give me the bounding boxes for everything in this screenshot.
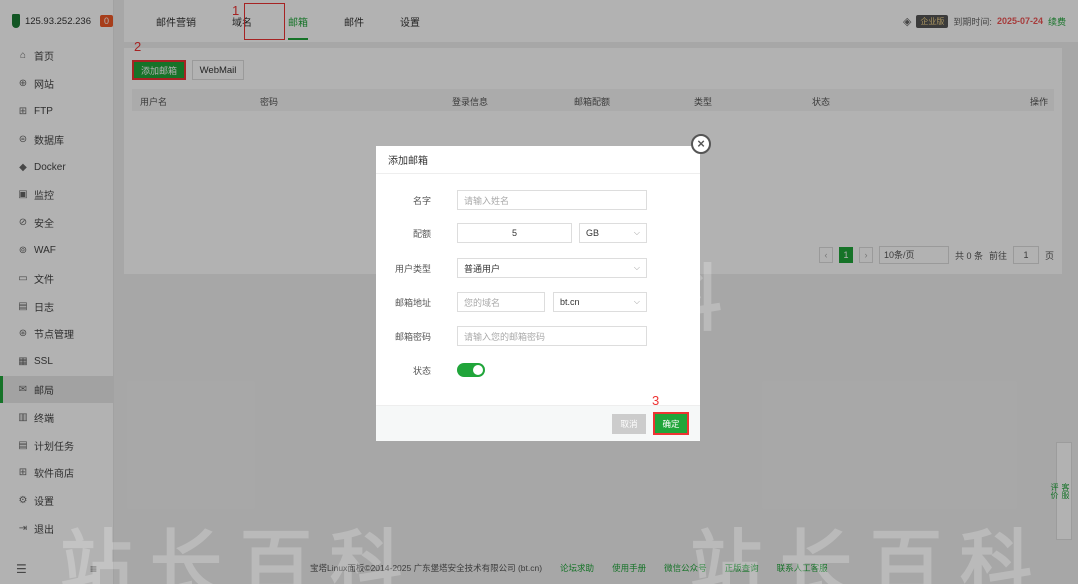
address-row: 邮箱地址 您的域名 bt.cn ⌵: [376, 292, 700, 312]
user-type-row: 用户类型 普通用户 ⌵: [376, 258, 700, 278]
address-label: 邮箱地址: [394, 297, 431, 308]
status-label: 状态: [412, 365, 431, 376]
status-toggle[interactable]: [457, 363, 485, 377]
password-input[interactable]: 请输入您的邮箱密码: [457, 326, 647, 346]
chevron-down-icon: ⌵: [633, 228, 640, 237]
password-row: 邮箱密码 请输入您的邮箱密码: [376, 326, 700, 346]
quota-label: 配额: [412, 228, 431, 239]
password-label: 邮箱密码: [394, 331, 431, 342]
user-type-label: 用户类型: [394, 263, 431, 274]
name-input[interactable]: 请输入姓名: [457, 190, 647, 210]
name-row: 名字 请输入姓名: [376, 190, 700, 210]
status-row: 状态: [376, 360, 700, 380]
user-type-value: 普通用户: [464, 263, 501, 274]
cancel-button[interactable]: 取消: [612, 414, 646, 434]
quota-row: 配额 5 GB ⌵: [376, 223, 700, 243]
chevron-down-icon: ⌵: [633, 297, 640, 306]
domain-select[interactable]: bt.cn ⌵: [553, 292, 647, 312]
confirm-button[interactable]: 确定: [653, 412, 689, 435]
user-type-select[interactable]: 普通用户 ⌵: [457, 258, 647, 278]
domain-value: bt.cn: [560, 297, 580, 307]
step-3-label: 3: [652, 393, 660, 408]
address-input[interactable]: 您的域名: [457, 292, 545, 312]
close-icon[interactable]: ×: [691, 134, 711, 154]
quota-input[interactable]: 5: [457, 223, 572, 243]
quota-unit-select[interactable]: GB ⌵: [579, 223, 647, 243]
chevron-down-icon: ⌵: [633, 263, 640, 272]
dialog-title: 添加邮箱: [376, 146, 700, 174]
quota-unit-value: GB: [586, 228, 600, 238]
name-label: 名字: [412, 195, 431, 206]
dialog-footer: 取消 确定: [376, 405, 700, 441]
